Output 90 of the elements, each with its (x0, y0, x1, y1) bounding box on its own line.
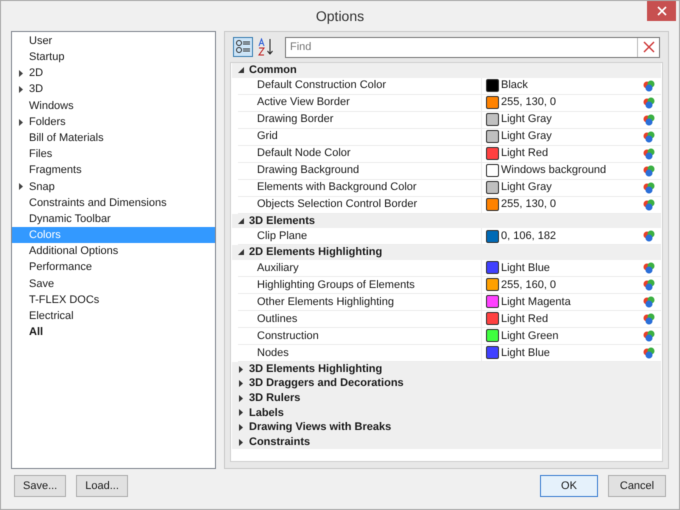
property-name: Objects Selection Control Border (238, 196, 482, 213)
tree-item[interactable]: T-FLEX DOCs (12, 292, 215, 308)
property-name: Elements with Background Color (238, 180, 482, 196)
category-header[interactable]: Constraints (232, 434, 661, 450)
tree-item[interactable]: Fragments (12, 162, 215, 179)
tree-item[interactable]: Windows (12, 98, 215, 114)
close-button[interactable] (647, 1, 676, 21)
sort-button[interactable] (256, 37, 276, 57)
expand-arrow-icon[interactable] (18, 118, 22, 126)
property-value[interactable]: Light Magenta (499, 294, 643, 310)
close-icon (656, 6, 666, 16)
color-picker-icon[interactable] (643, 278, 655, 291)
categorized-button[interactable] (233, 37, 253, 57)
tree-item[interactable]: User (12, 33, 215, 50)
color-picker-icon[interactable] (643, 130, 655, 143)
property-name: Default Construction Color (238, 78, 482, 94)
color-picker-icon[interactable] (643, 312, 655, 325)
property-value[interactable]: Light Gray (499, 111, 643, 128)
property-value[interactable]: 255, 160, 0 (499, 276, 643, 294)
property-name: Default Node Color (238, 146, 482, 162)
property-name: Auxiliary (238, 260, 482, 276)
category-header[interactable]: Drawing Views with Breaks (232, 420, 661, 435)
tree-item[interactable]: Snap (12, 178, 215, 195)
property-name: Other Elements Highlighting (238, 294, 482, 310)
expand-arrow-icon[interactable] (18, 86, 22, 94)
dialog-button[interactable]: Save... (14, 475, 66, 497)
property-name: Outlines (238, 310, 482, 327)
property-value[interactable]: Light Red (499, 310, 643, 328)
sort-az-icon (257, 38, 275, 56)
category-header[interactable]: 3D Elements (232, 214, 661, 228)
dialog-button[interactable]: OK (540, 475, 598, 497)
property-value[interactable]: 255, 130, 0 (499, 94, 643, 111)
expand-arrow-icon[interactable] (18, 183, 22, 190)
tree-item[interactable]: 2D (12, 65, 215, 82)
property-name: Construction (238, 328, 482, 344)
property-value[interactable]: Light Blue (499, 260, 643, 276)
property-value[interactable]: Light Blue (499, 344, 643, 362)
tree-item[interactable]: Folders (12, 114, 215, 130)
color-picker-icon[interactable] (643, 262, 655, 274)
color-picker-icon[interactable] (643, 346, 655, 359)
color-picker-icon[interactable] (643, 198, 655, 211)
tree-item[interactable]: Startup (12, 49, 215, 66)
property-value[interactable]: Black (499, 77, 643, 94)
tree-item[interactable]: 3D (12, 82, 215, 98)
tree-item[interactable]: Electrical (12, 308, 215, 324)
tree-item[interactable]: All (12, 324, 215, 341)
property-value[interactable]: Light Gray (499, 128, 643, 145)
property-name: Active View Border (238, 94, 482, 111)
color-picker-icon[interactable] (643, 330, 655, 342)
category-header[interactable]: Common (232, 63, 661, 78)
color-picker-icon[interactable] (643, 182, 655, 194)
category-header[interactable]: 3D Elements Highlighting (232, 362, 661, 376)
property-value[interactable]: Light Red (499, 145, 643, 162)
property-value[interactable]: 0, 106, 182 (499, 228, 643, 244)
property-name: Drawing Background (238, 162, 482, 179)
property-value[interactable]: Light Gray (499, 179, 643, 196)
tree-item[interactable]: Constraints and Dimensions (12, 194, 215, 212)
property-name: Grid (238, 128, 482, 145)
property-name: Nodes (238, 344, 482, 361)
property-value[interactable]: Light Green (499, 328, 643, 344)
tree-item[interactable]: Dynamic Toolbar (12, 211, 215, 228)
dialog-button[interactable]: Load... (76, 475, 128, 497)
color-picker-icon[interactable] (643, 164, 655, 177)
categorized-icon (235, 39, 251, 55)
property-name: Drawing Border (238, 112, 482, 128)
property-name: Clip Plane (238, 228, 482, 244)
dialog-button[interactable]: Cancel (608, 475, 666, 497)
category-header[interactable]: 3D Draggers and Decorations (232, 376, 661, 391)
category-header[interactable]: 3D Rulers (232, 390, 661, 406)
property-value[interactable]: Windows background (499, 162, 643, 179)
property-value[interactable]: 255, 130, 0 (499, 196, 643, 213)
color-picker-icon[interactable] (643, 296, 655, 308)
color-picker-icon[interactable] (643, 80, 655, 92)
tree-item[interactable]: Save (12, 276, 215, 292)
color-picker-icon[interactable] (643, 148, 655, 160)
search-field[interactable]: Find (286, 38, 637, 56)
category-header[interactable]: Labels (232, 406, 661, 420)
search-box[interactable]: Find (285, 36, 660, 58)
tree-item[interactable]: Additional Options (12, 243, 215, 260)
clear-icon (642, 41, 654, 53)
color-picker-icon[interactable] (643, 96, 655, 109)
tree-item[interactable]: Files (12, 146, 215, 162)
property-name: Highlighting Groups of Elements (238, 276, 482, 293)
expand-arrow-icon[interactable] (18, 70, 22, 77)
color-picker-icon[interactable] (643, 230, 655, 242)
tree-item[interactable]: Performance (12, 260, 215, 276)
color-picker-icon[interactable] (643, 114, 655, 126)
tree-item[interactable]: Bill of Materials (12, 130, 215, 146)
category-header[interactable]: 2D Elements Highlighting (232, 245, 661, 260)
window-title: Options (316, 6, 364, 26)
